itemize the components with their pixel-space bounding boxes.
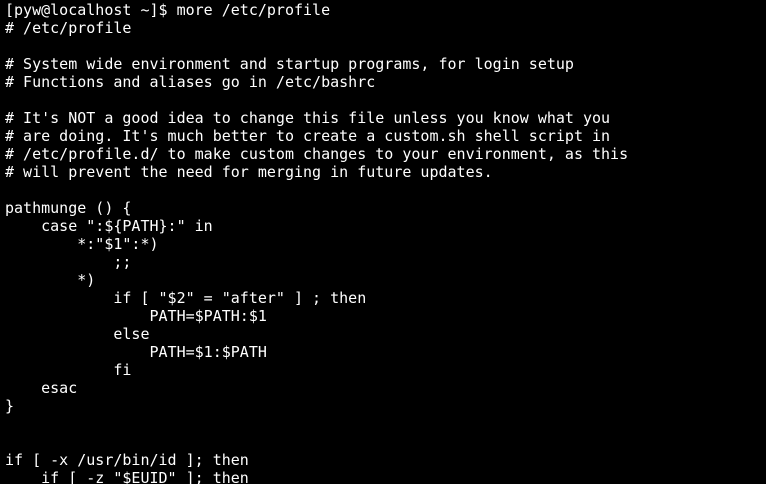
output-line: if [ "$2" = "after" ] ; then bbox=[5, 289, 367, 307]
output-line: # are doing. It's much better to create … bbox=[5, 127, 611, 145]
output-line: ;; bbox=[5, 253, 132, 271]
output-line: *:"$1":*) bbox=[5, 235, 159, 253]
output-line: pathmunge () { bbox=[5, 199, 132, 217]
output-line: PATH=$PATH:$1 bbox=[5, 307, 267, 325]
output-line: # Functions and aliases go in /etc/bashr… bbox=[5, 73, 376, 91]
command-prompt-line: [pyw@localhost ~]$ more /etc/profile bbox=[5, 1, 331, 19]
output-line: if [ -x /usr/bin/id ]; then bbox=[5, 451, 249, 469]
output-line: # It's NOT a good idea to change this fi… bbox=[5, 109, 611, 127]
terminal-window[interactable]: [pyw@localhost ~]$ more /etc/profile # /… bbox=[0, 0, 766, 484]
output-line: esac bbox=[5, 379, 78, 397]
output-line: if [ -z "$EUID" ]; then bbox=[5, 469, 249, 484]
terminal-output: [pyw@localhost ~]$ more /etc/profile # /… bbox=[5, 1, 628, 484]
output-line: # will prevent the need for merging in f… bbox=[5, 163, 493, 181]
output-line: fi bbox=[5, 361, 132, 379]
output-line: else bbox=[5, 325, 150, 343]
output-line: # /etc/profile.d/ to make custom changes… bbox=[5, 145, 629, 163]
output-line: } bbox=[5, 397, 15, 415]
output-line: PATH=$1:$PATH bbox=[5, 343, 267, 361]
output-line: case ":${PATH}:" in bbox=[5, 217, 213, 235]
output-line: # System wide environment and startup pr… bbox=[5, 55, 574, 73]
output-line: # /etc/profile bbox=[5, 19, 132, 37]
output-line: *) bbox=[5, 271, 96, 289]
